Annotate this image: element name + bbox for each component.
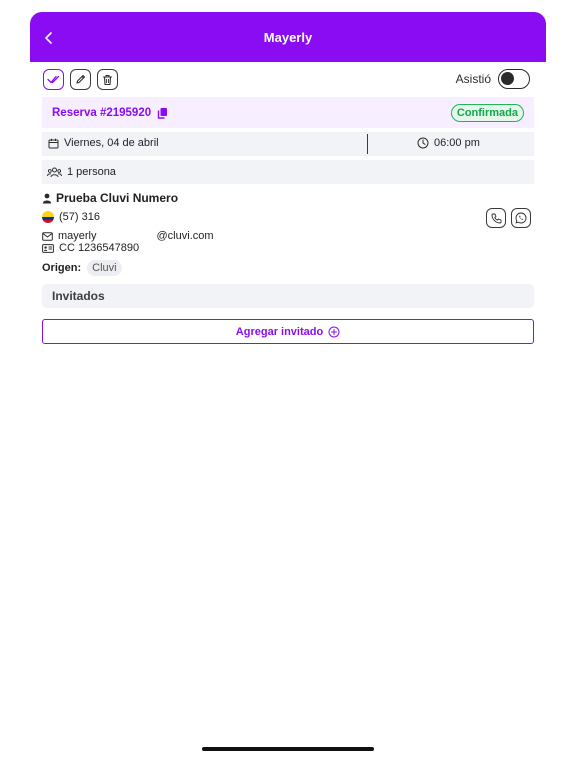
add-guest-button[interactable]: Agregar invitado <box>42 319 534 344</box>
email-user: mayerly <box>58 230 97 242</box>
id-card-icon <box>42 243 54 253</box>
trash-icon <box>102 74 113 85</box>
copy-icon <box>157 107 168 119</box>
origin-chip: Cluvi <box>87 260 122 276</box>
plus-circle-icon <box>328 326 340 337</box>
header: Mayerly <box>30 12 546 62</box>
origin-label: Origen: <box>42 262 82 274</box>
schedule-bar: Viernes, 04 de abril 06:00 pm <box>42 132 534 156</box>
page-title: Mayerly <box>263 29 313 45</box>
attended-toggle-group: Asistió <box>456 69 530 89</box>
user-icon <box>42 193 52 203</box>
client-phone: (57) 316 <box>59 211 100 223</box>
guests-section-header: Invitados <box>42 284 534 308</box>
attended-toggle[interactable] <box>498 69 530 89</box>
calendar-icon <box>48 138 59 148</box>
client-name-row: Prueba Cluvi Numero <box>42 191 178 205</box>
email-domain: @cluvi.com <box>156 230 214 242</box>
mail-icon <box>42 231 53 241</box>
time-text: 06:00 pm <box>434 137 480 149</box>
call-button[interactable] <box>486 208 506 228</box>
reservation-number: Reserva #2195920 <box>52 106 152 119</box>
pencil-icon <box>76 74 86 84</box>
divider <box>367 134 368 154</box>
client-name: Prueba Cluvi Numero <box>56 191 179 205</box>
people-icon <box>47 167 62 177</box>
date-item: Viernes, 04 de abril <box>48 137 159 149</box>
home-indicator[interactable] <box>202 747 374 751</box>
document-row: CC 1236547890 <box>42 242 139 254</box>
mark-attended-button[interactable] <box>43 69 64 90</box>
double-check-icon <box>47 75 60 84</box>
delete-button[interactable] <box>97 69 118 90</box>
origin-row: Origen: Cluvi <box>42 260 122 276</box>
clock-icon <box>417 137 429 149</box>
reservation-bar: Reserva #2195920 Confirmada <box>42 97 534 128</box>
chevron-left-icon <box>45 32 52 44</box>
date-text: Viernes, 04 de abril <box>64 137 159 149</box>
phone-icon <box>491 213 501 223</box>
party-size-bar: 1 persona <box>42 160 534 184</box>
toggle-knob <box>501 72 514 85</box>
attended-label: Asistió <box>455 72 491 86</box>
status-badge: Confirmada <box>450 104 524 122</box>
colombia-flag-icon <box>42 211 54 223</box>
whatsapp-icon <box>515 212 527 224</box>
whatsapp-button[interactable] <box>511 208 531 228</box>
edit-button[interactable] <box>70 69 91 90</box>
party-size-text: 1 persona <box>67 166 116 178</box>
time-item: 06:00 pm <box>417 137 480 149</box>
reservation-sheet: Mayerly Asistió Reserva #2195920 Confirm… <box>30 12 546 752</box>
back-button[interactable] <box>38 27 60 49</box>
copy-button[interactable] <box>157 107 168 119</box>
add-guest-label: Agregar invitado <box>235 325 324 338</box>
client-document: CC 1236547890 <box>59 242 140 254</box>
toolbar <box>43 69 118 90</box>
phone-row: (57) 316 <box>42 211 100 223</box>
email-row: mayerly @cluvi.com <box>42 230 214 242</box>
